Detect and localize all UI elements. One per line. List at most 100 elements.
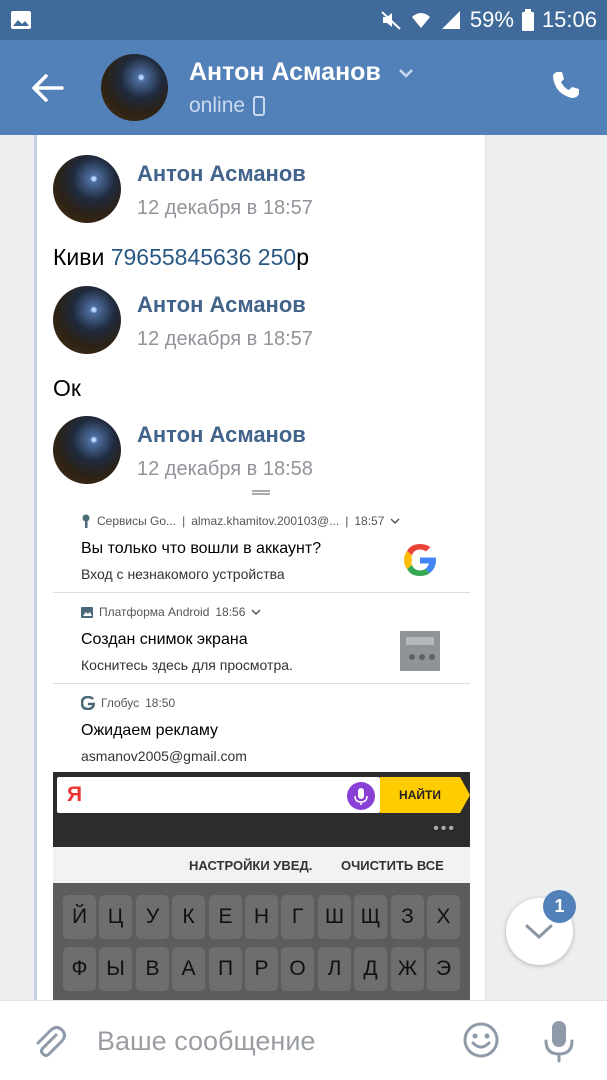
sender-name[interactable]: Антон Асманов bbox=[137, 292, 306, 318]
keyboard-preview: Й Ц У К Е Н Г Ш Щ З Х Ф Ы В А П Р О Л Д … bbox=[53, 883, 470, 1000]
contact-name[interactable]: Антон Асманов bbox=[189, 58, 381, 87]
gallery-icon bbox=[11, 11, 31, 29]
find-button: НАЙТИ bbox=[380, 777, 470, 813]
notification-subtitle: Коснитесь здесь для просмотра. bbox=[81, 657, 293, 673]
notification-meta: Глобус 18:50 bbox=[81, 696, 175, 710]
key-icon bbox=[82, 514, 90, 528]
screenshot-thumbnail-icon bbox=[400, 631, 440, 671]
meta-sep: | bbox=[345, 514, 349, 528]
notification-item: Сервисы Go... | almaz.khamitov.200103@..… bbox=[53, 502, 470, 593]
mute-icon bbox=[381, 11, 401, 30]
message-date: 12 декабря в 18:57 bbox=[137, 197, 313, 219]
notification-time: 18:56 bbox=[215, 605, 246, 619]
notification-meta: Сервисы Go... | almaz.khamitov.200103@..… bbox=[81, 514, 400, 528]
contact-status: online bbox=[189, 94, 266, 118]
key: Э bbox=[427, 947, 460, 991]
key: О bbox=[281, 947, 314, 991]
attached-screenshot[interactable]: Сервисы Go... | almaz.khamitov.200103@..… bbox=[53, 490, 470, 1000]
mobile-icon bbox=[253, 96, 266, 116]
key: Ы bbox=[99, 947, 132, 991]
key: У bbox=[136, 895, 169, 939]
key: Н bbox=[245, 895, 278, 939]
drag-handle bbox=[252, 490, 270, 495]
battery-icon bbox=[521, 9, 534, 31]
key: Ф bbox=[63, 947, 96, 991]
key: А bbox=[172, 947, 205, 991]
message-text-suffix: р bbox=[296, 244, 309, 270]
status-text: online bbox=[189, 94, 246, 117]
notification-title: Создан снимок экрана bbox=[81, 631, 248, 648]
key: Й bbox=[63, 895, 96, 939]
wifi-icon bbox=[411, 13, 430, 28]
sender-avatar[interactable] bbox=[53, 155, 121, 223]
key: Д bbox=[354, 947, 387, 991]
notification-title: Ожидаем рекламу bbox=[81, 722, 219, 739]
key: Л bbox=[318, 947, 351, 991]
more-icon: ••• bbox=[433, 820, 456, 837]
notification-actions: НАСТРОЙКИ УВЕД. ОЧИСТИТЬ ВСЕ bbox=[53, 847, 470, 883]
notification-subtitle: Вход с незнакомого устройства bbox=[81, 566, 285, 582]
back-arrow-icon[interactable] bbox=[28, 70, 68, 106]
key: Ц bbox=[99, 895, 132, 939]
sender-avatar[interactable] bbox=[53, 286, 121, 354]
message-text: Ок bbox=[53, 375, 81, 401]
gallery-icon bbox=[81, 606, 93, 618]
signal-icon bbox=[441, 11, 460, 29]
notification-time: 18:50 bbox=[145, 696, 176, 710]
message-header: Антон Асманов 12 декабря в 18:57 bbox=[53, 286, 483, 356]
message-text: Киви 79655845636 250р bbox=[53, 244, 309, 271]
sender-avatar[interactable] bbox=[53, 416, 121, 484]
contact-avatar[interactable] bbox=[101, 54, 168, 121]
chevron-down-icon[interactable] bbox=[397, 64, 415, 82]
chevron-down-icon bbox=[390, 518, 400, 525]
message-date: 12 декабря в 18:58 bbox=[137, 458, 313, 480]
battery-percent: 59% bbox=[469, 7, 514, 32]
clear-all-button: ОЧИСТИТЬ ВСЕ bbox=[341, 858, 444, 873]
emoji-icon[interactable] bbox=[462, 1021, 500, 1059]
message-date: 12 декабря в 18:57 bbox=[137, 328, 313, 350]
key: В bbox=[136, 947, 169, 991]
message-composer: Ваше сообщение bbox=[0, 1000, 607, 1080]
notification-subtitle: asmanov2005@gmail.com bbox=[81, 748, 247, 764]
phone-icon[interactable] bbox=[551, 70, 581, 100]
message-text-prefix: Киви bbox=[53, 244, 111, 270]
notification-app: Глобус bbox=[101, 696, 140, 710]
key: Х bbox=[427, 895, 460, 939]
notification-app: Платформа Android bbox=[99, 605, 210, 619]
message-header: Антон Асманов 12 декабря в 18:57 bbox=[53, 155, 483, 225]
key: Г bbox=[281, 895, 314, 939]
notification-account: almaz.khamitov.200103@... bbox=[191, 514, 340, 528]
key: Е bbox=[209, 895, 242, 939]
chevron-down-icon bbox=[525, 924, 553, 940]
notification-item: Платформа Android 18:56 Создан снимок эк… bbox=[53, 593, 470, 684]
sender-name[interactable]: Антон Асманов bbox=[137, 161, 306, 187]
sender-name[interactable]: Антон Асманов bbox=[137, 422, 306, 448]
clock: 15:06 bbox=[541, 7, 597, 32]
notification-app: Сервисы Go... bbox=[97, 514, 177, 528]
key: Р bbox=[245, 947, 278, 991]
voice-search-icon bbox=[347, 782, 375, 810]
key: Щ bbox=[354, 895, 387, 939]
notification-time: 18:57 bbox=[354, 514, 385, 528]
key: Ш bbox=[318, 895, 351, 939]
notification-meta: Платформа Android 18:56 bbox=[81, 605, 261, 619]
unread-badge: 1 bbox=[543, 890, 576, 923]
paperclip-icon[interactable] bbox=[30, 1023, 68, 1061]
meta-sep: | bbox=[182, 514, 186, 528]
forwarded-messages: Антон Асманов 12 декабря в 18:57 Киви 79… bbox=[34, 135, 486, 1000]
notification-item: Глобус 18:50 Ожидаем рекламу asmanov2005… bbox=[53, 684, 470, 775]
key: З bbox=[391, 895, 424, 939]
notification-settings-button: НАСТРОЙКИ УВЕД. bbox=[189, 858, 313, 873]
yandex-logo: Я bbox=[67, 783, 83, 806]
chevron-down-icon bbox=[251, 609, 261, 616]
microphone-icon[interactable] bbox=[541, 1019, 577, 1063]
phone-link[interactable]: 79655845636 250 bbox=[111, 244, 296, 270]
status-bar: 59% 15:06 bbox=[0, 0, 607, 40]
key: К bbox=[172, 895, 205, 939]
globus-icon bbox=[81, 696, 95, 710]
yandex-search-input: Я bbox=[57, 777, 380, 813]
google-icon bbox=[404, 544, 436, 576]
key: П bbox=[209, 947, 242, 991]
chat-header: Антон Асманов online bbox=[0, 40, 607, 135]
message-input[interactable]: Ваше сообщение bbox=[97, 1026, 315, 1057]
